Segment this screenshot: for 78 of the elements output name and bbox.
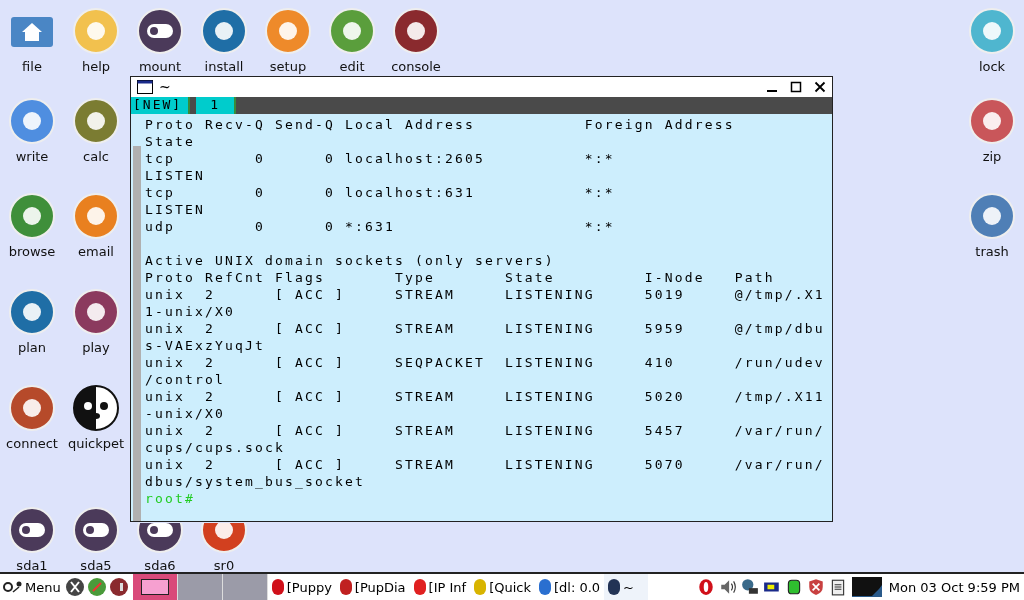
icon-label: write	[15, 149, 49, 164]
icon-label: connect	[6, 436, 58, 451]
terminal-line: tcp 0 0 localhost:631 *:*	[145, 184, 616, 201]
icon-label: sda1	[16, 558, 48, 573]
console-icon[interactable]	[108, 577, 129, 597]
terminal-icon	[137, 80, 153, 94]
terminal-line: -unix/X0	[145, 405, 226, 422]
app-icon[interactable]	[72, 97, 120, 145]
icon-label: sr0	[213, 558, 235, 573]
icon-label: plan	[17, 340, 47, 355]
app-icon[interactable]	[392, 7, 440, 55]
app-icon[interactable]	[200, 7, 248, 55]
close-button[interactable]	[814, 81, 826, 93]
terminal-line: Proto RefCnt Flags Type State I-Node Path	[145, 269, 776, 286]
clock[interactable]: Mon 03 Oct 9:59 PM	[884, 579, 1024, 595]
launcher-icon[interactable]	[64, 577, 85, 597]
terminal-line: s-VAExzYuqJt	[145, 337, 266, 354]
menu-logo-icon[interactable]	[3, 580, 23, 594]
icon-label: lock	[978, 59, 1006, 74]
icon-label: help	[81, 59, 111, 74]
icon-label: play	[82, 340, 110, 355]
icon-label: quickpet	[67, 436, 125, 451]
taskbar-button[interactable]: ~	[604, 574, 648, 600]
icon-label: email	[78, 244, 114, 259]
icon-label: edit	[339, 59, 365, 74]
terminal-line: unix 2 [ ACC ] SEQPACKET LISTENING 410 /run/udev	[145, 354, 825, 371]
app-icon[interactable]	[8, 384, 56, 432]
scrollbar[interactable]	[133, 146, 141, 521]
browser-icon[interactable]	[86, 577, 107, 597]
desktop-pager-cell[interactable]	[132, 574, 178, 600]
drive-icon[interactable]	[136, 7, 184, 55]
app-icon[interactable]	[968, 192, 1016, 240]
desktop-pager-cell[interactable]	[222, 574, 268, 600]
terminal-tab[interactable]: 1	[196, 97, 236, 114]
terminal-line: unix 2 [ ACC ] STREAM LISTENING 5457 /var/run/	[145, 422, 825, 439]
terminal-line: Proto Recv-Q Send-Q Local Address Foreign Address	[145, 116, 736, 133]
app-icon[interactable]	[968, 97, 1016, 145]
terminal-line: LISTEN	[145, 167, 206, 184]
terminal-line: dbus/system_bus_socket	[145, 473, 366, 490]
drive-icon[interactable]	[8, 506, 56, 554]
terminal-line: Active UNIX domain sockets (only servers)	[145, 252, 556, 269]
icon-label: calc	[83, 149, 109, 164]
icon-label: trash	[975, 244, 1009, 259]
network-icon[interactable]	[740, 578, 759, 596]
icon-label: file	[22, 59, 42, 74]
volume-icon[interactable]	[718, 578, 737, 596]
app-icon[interactable]	[72, 288, 120, 336]
icon-label: mount	[138, 59, 182, 74]
drive-icon[interactable]	[72, 506, 120, 554]
terminal-line: unix 2 [ ACC ] STREAM LISTENING 5020 /tmp/.X11	[145, 388, 825, 405]
terminal-line: unix 2 [ ACC ] STREAM LISTENING 5959 @/tmp/dbu	[145, 320, 825, 337]
terminal-tab[interactable]: [NEW]	[131, 97, 191, 114]
desktop-pager-cell[interactable]	[177, 574, 223, 600]
shell-prompt: root#	[145, 490, 196, 507]
terminal-line: udp 0 0 *:631 *:*	[145, 218, 616, 235]
terminal-line: /control	[145, 371, 226, 388]
app-icon[interactable]	[8, 192, 56, 240]
icon-label: zip	[982, 149, 1002, 164]
shield-icon[interactable]	[806, 578, 825, 596]
icon-label: browse	[8, 244, 56, 259]
terminal-line: unix 2 [ ACC ] STREAM LISTENING 5019 @/tmp/.X1	[145, 286, 825, 303]
window-title: ~	[159, 79, 171, 95]
terminal-line: State	[145, 133, 196, 150]
icon-label: sda5	[80, 558, 112, 573]
app-icon[interactable]	[8, 288, 56, 336]
terminal-line: LISTEN	[145, 201, 206, 218]
terminal-line: cups/cups.sock	[145, 439, 286, 456]
icon-label: setup	[269, 59, 307, 74]
dog-icon[interactable]	[72, 384, 120, 432]
terminal-line: tcp 0 0 localhost:2605 *:*	[145, 150, 616, 167]
terminal-line: 1-unix/X0	[145, 303, 236, 320]
terminal-line: unix 2 [ ACC ] STREAM LISTENING 5070 /var/run/	[145, 456, 825, 473]
app-icon[interactable]	[696, 578, 715, 596]
icon-label: console	[391, 59, 441, 74]
icon-label: install	[204, 59, 244, 74]
maximize-button[interactable]	[790, 81, 802, 93]
icon-label: sda6	[144, 558, 176, 573]
cpu-graph	[851, 577, 882, 597]
